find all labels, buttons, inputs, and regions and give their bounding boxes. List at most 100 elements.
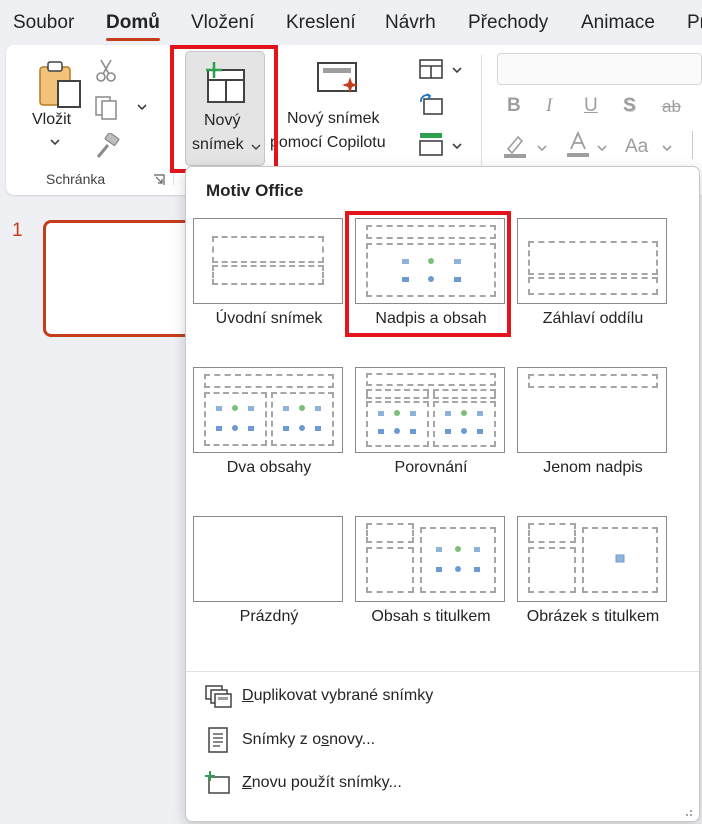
accel-key: Z: [242, 774, 252, 791]
layout-label: Obrázek s titulkem: [526, 608, 660, 625]
underline-icon[interactable]: U: [584, 95, 598, 117]
copilot-slide-label-2[interactable]: pomocí Copilotu: [270, 134, 386, 152]
label-text: novy...: [329, 731, 376, 748]
layout-label: Jenom nadpis: [543, 459, 643, 476]
layout-title-content[interactable]: Nadpis a obsah: [355, 218, 507, 336]
placeholder: [204, 374, 334, 388]
font-name-box[interactable]: [497, 53, 702, 85]
layout-thumbnail: [517, 516, 667, 602]
layout-title-slide[interactable]: Úvodní snímek: [193, 218, 345, 336]
font-size-control[interactable]: Aa: [625, 136, 648, 158]
slide-thumbnail[interactable]: [43, 220, 203, 337]
tab-draw[interactable]: Kreslení: [286, 12, 356, 34]
placeholder: [366, 389, 429, 399]
accel-key: s: [321, 731, 330, 748]
dialog-launcher-icon[interactable]: [153, 174, 165, 186]
picture-icon: [615, 554, 625, 563]
tab-design[interactable]: Návrh: [385, 12, 436, 34]
content-icons: [378, 410, 416, 434]
placeholder: [433, 389, 496, 399]
placeholder: [366, 225, 496, 239]
strikethrough-icon[interactable]: ab: [662, 97, 681, 117]
placeholder: [366, 547, 414, 593]
layout-label: Úvodní snímek: [215, 310, 323, 327]
copilot-slide-label-1[interactable]: Nový snímek: [287, 110, 379, 128]
reuse-slides-label: Znovu použít snímky...: [242, 774, 402, 792]
duplicate-slides-item[interactable]: Duplikovat vybrané snímky: [202, 680, 682, 714]
placeholder: [420, 527, 496, 593]
layout-two-content[interactable]: Dva obsahy: [193, 367, 345, 485]
clipboard-icon: [39, 61, 81, 108]
copilot-slide-icon[interactable]: [316, 59, 362, 99]
placeholder: [528, 547, 576, 593]
separator: [692, 131, 693, 159]
resize-grip-icon[interactable]: [681, 805, 693, 817]
placeholder: [528, 241, 658, 275]
placeholder: [528, 374, 658, 388]
slide-number: 1: [12, 220, 23, 241]
dropdown-divider: [186, 671, 699, 672]
new-slide-label-2: snímek: [192, 136, 244, 153]
layout-picture-caption[interactable]: Obrázek s titulkem: [517, 516, 669, 634]
copy-icon[interactable]: [94, 95, 122, 121]
shadow-icon[interactable]: S: [623, 95, 636, 117]
outline-document-icon: [208, 727, 228, 753]
label-text: novu použít snímky...: [251, 774, 402, 791]
font-color-icon[interactable]: [566, 131, 590, 159]
tab-file[interactable]: Soubor: [13, 12, 74, 34]
tab-home[interactable]: Domů: [106, 12, 160, 41]
chevron-down-icon[interactable]: [451, 65, 463, 75]
placeholder: [366, 401, 429, 447]
chevron-down-icon: [251, 144, 261, 151]
bold-icon[interactable]: B: [507, 95, 521, 117]
tab-transitions[interactable]: Přechody: [468, 12, 548, 34]
placeholder: [528, 523, 576, 543]
duplicate-slides-label: Duplikovat vybrané snímky: [242, 687, 433, 705]
new-slide-label-1: Nový: [204, 112, 241, 129]
placeholder: [212, 236, 324, 263]
italic-icon[interactable]: I: [546, 95, 552, 117]
tab-insert[interactable]: Vložení: [191, 12, 254, 34]
placeholder: [271, 392, 334, 446]
reset-icon[interactable]: [418, 93, 444, 117]
layout-label: Nadpis a obsah: [375, 310, 487, 327]
layout-title-only[interactable]: Jenom nadpis: [517, 367, 669, 485]
layout-thumbnail: [193, 218, 343, 304]
menu-bar: Soubor Domů Vložení Kreslení Návrh Přech…: [0, 0, 702, 44]
layout-blank[interactable]: Prázdný: [193, 516, 345, 634]
layout-thumbnail: [517, 367, 667, 453]
chevron-down-icon[interactable]: [596, 143, 608, 153]
placeholder: [366, 373, 496, 386]
section-icon[interactable]: [418, 131, 444, 157]
content-icons: [436, 546, 480, 572]
paste-button[interactable]: [36, 59, 86, 114]
layout-thumbnail: [517, 218, 667, 304]
layout-label: Prázdný: [239, 608, 299, 625]
format-painter-icon[interactable]: [94, 133, 122, 161]
reuse-slides-icon: [205, 771, 230, 794]
dropdown-header: Motiv Office: [206, 181, 304, 200]
duplicate-slides-icon: [205, 685, 232, 708]
layout-icon[interactable]: [418, 57, 444, 81]
reuse-slides-item[interactable]: Znovu použít snímky...: [202, 767, 682, 801]
highlight-pen-icon[interactable]: [502, 133, 528, 159]
layout-comparison[interactable]: Porovnání: [355, 367, 507, 485]
placeholder: [528, 277, 658, 295]
tab-slideshow[interactable]: Pr: [687, 12, 702, 34]
chevron-down-icon[interactable]: [451, 141, 463, 151]
scissors-icon[interactable]: [94, 57, 118, 83]
chevron-down-icon[interactable]: [136, 102, 148, 112]
slides-from-outline-item[interactable]: Snímky z osnovy...: [202, 724, 682, 758]
new-slide-button[interactable]: Nový snímek: [185, 51, 265, 166]
chevron-down-icon[interactable]: [49, 137, 61, 147]
label-text: Snímky z o: [242, 731, 322, 748]
content-icons: [216, 405, 254, 431]
chevron-down-icon[interactable]: [661, 143, 673, 153]
layout-content-caption[interactable]: Obsah s titulkem: [355, 516, 507, 634]
chevron-down-icon[interactable]: [536, 143, 548, 153]
layout-label: Dva obsahy: [226, 459, 312, 476]
tab-animations[interactable]: Animace: [581, 12, 655, 34]
paste-label: Vložit: [32, 111, 72, 128]
layout-section-header[interactable]: Záhlaví oddílu: [517, 218, 669, 336]
layout-thumbnail: [193, 516, 343, 602]
